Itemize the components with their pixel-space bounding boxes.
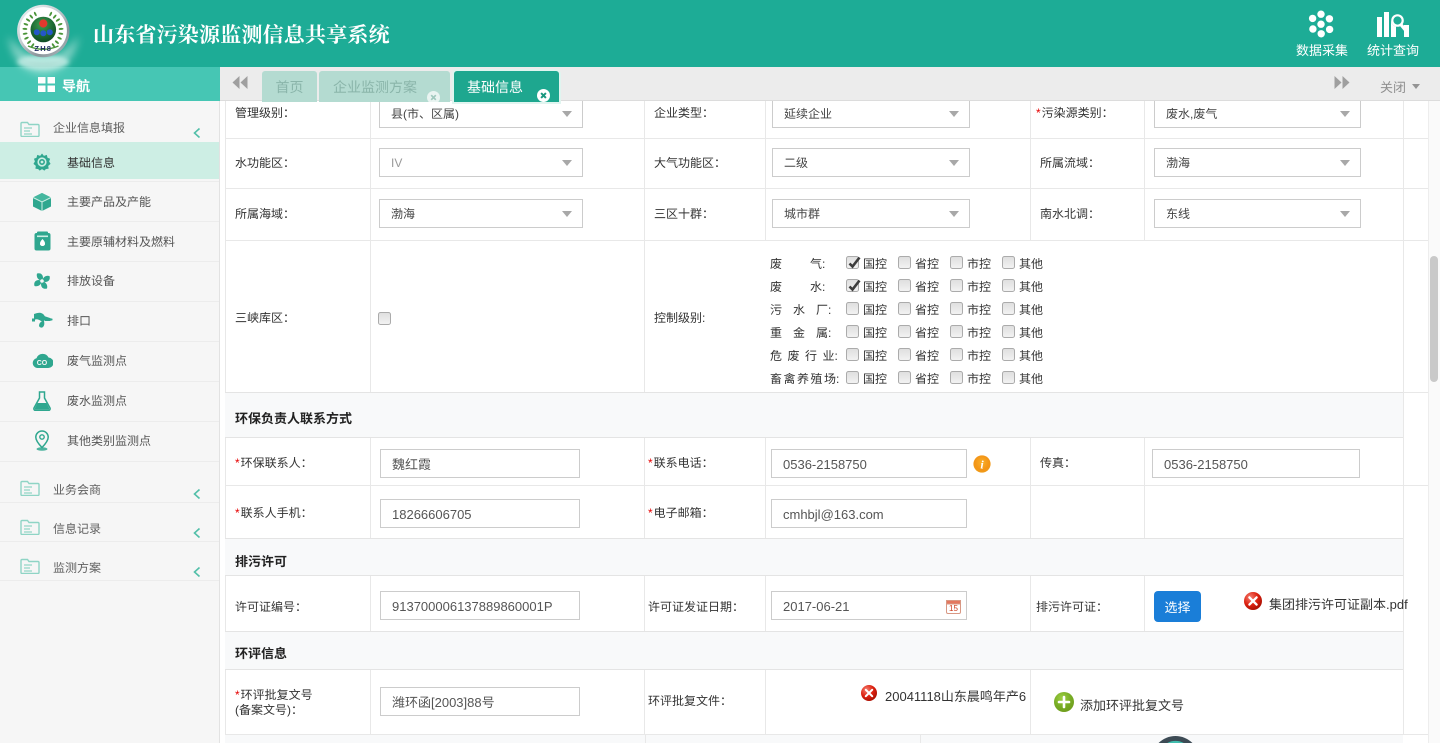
svg-text:ZH8: ZH8: [34, 44, 52, 53]
svg-text:15: 15: [949, 604, 958, 613]
svg-text:CO: CO: [37, 360, 48, 367]
